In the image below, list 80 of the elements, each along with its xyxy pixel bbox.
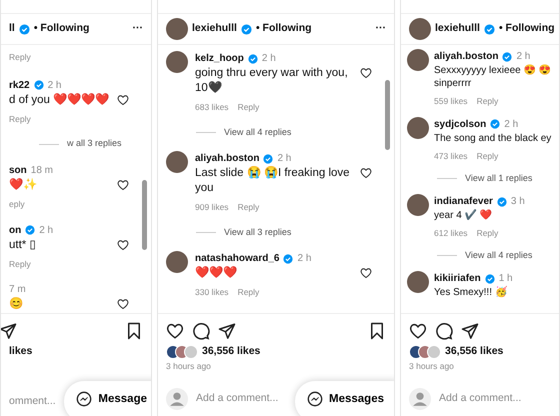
heart-icon[interactable] bbox=[117, 298, 129, 310]
follow-status[interactable]: • Following bbox=[256, 21, 312, 37]
scrollbar-thumb bbox=[142, 180, 147, 250]
view-replies-link[interactable]: View all 1 replies bbox=[465, 172, 532, 185]
comment-text: utt* ▯ bbox=[9, 238, 38, 253]
send-icon[interactable] bbox=[218, 322, 236, 340]
scrollbar-thumb bbox=[385, 80, 390, 150]
like-count[interactable]: likes bbox=[9, 344, 32, 360]
username[interactable]: aliyah.boston bbox=[434, 49, 498, 64]
comment-time: 2 h bbox=[48, 78, 62, 93]
comment-icon[interactable] bbox=[192, 322, 210, 340]
username[interactable]: rk22 bbox=[9, 78, 30, 93]
comment-time: 1 h bbox=[498, 272, 513, 286]
username[interactable]: sydjcolson bbox=[434, 116, 486, 132]
liker-avatars bbox=[166, 344, 198, 359]
comment-text: The song and the black ey bbox=[434, 132, 552, 145]
post-time: 3 hours ago bbox=[409, 360, 455, 372]
messages-button[interactable]: Messages bbox=[295, 380, 394, 416]
heart-icon[interactable] bbox=[360, 67, 372, 79]
username[interactable]: indianafever bbox=[434, 194, 493, 209]
liker-avatars bbox=[409, 344, 441, 359]
comment-time: 2 h bbox=[516, 50, 530, 64]
comment-text: Last slide 😭 😭I freaking love you bbox=[195, 166, 351, 196]
comment-time: 2 h bbox=[39, 224, 54, 238]
like-count[interactable]: 36,556 likes bbox=[202, 344, 260, 360]
heart-icon[interactable] bbox=[360, 267, 372, 280]
send-icon[interactable] bbox=[1, 322, 17, 340]
like-count: 559 likes bbox=[434, 95, 468, 108]
more-icon[interactable]: ··· bbox=[132, 21, 143, 37]
comment-text: year 4 ✔ ❤ bbox=[434, 209, 492, 222]
like-count: 473 likes bbox=[434, 150, 468, 162]
heart-icon[interactable] bbox=[166, 322, 184, 340]
comment-time: 18 m bbox=[30, 164, 54, 178]
follow-status[interactable]: • Following bbox=[498, 21, 555, 37]
comment-time: 2 h bbox=[297, 252, 312, 266]
username[interactable]: natashahoward_6 bbox=[195, 251, 280, 266]
send-icon[interactable] bbox=[461, 322, 479, 340]
comment-icon[interactable] bbox=[435, 322, 453, 340]
username[interactable]: son bbox=[9, 162, 27, 178]
view-replies-link[interactable]: View all 4 replies bbox=[224, 126, 292, 140]
heart-icon[interactable] bbox=[117, 178, 129, 191]
username[interactable]: kikiiriafen bbox=[434, 271, 481, 286]
view-replies-link[interactable]: w all 3 replies bbox=[67, 137, 122, 151]
follow-status[interactable]: • Following bbox=[34, 21, 90, 37]
comment-text: ❤❤❤ bbox=[195, 266, 238, 282]
bookmark-icon[interactable] bbox=[368, 322, 386, 340]
comment-text: ❤✨ bbox=[9, 178, 38, 193]
comment-text: d of you ❤❤❤❤ bbox=[9, 92, 110, 108]
more-icon[interactable]: ··· bbox=[376, 21, 386, 37]
post-time: 3 hours ago bbox=[166, 360, 212, 372]
view-replies-link[interactable]: View all 4 replies bbox=[465, 248, 532, 262]
like-count: 683 likes bbox=[195, 100, 229, 114]
heart-icon[interactable] bbox=[360, 167, 372, 180]
username[interactable]: kelz_hoop bbox=[195, 51, 244, 66]
heart-icon[interactable] bbox=[117, 94, 129, 106]
username[interactable]: ll bbox=[9, 21, 15, 37]
comment-time: 3 h bbox=[510, 195, 525, 209]
comment-time: 2 h bbox=[262, 52, 276, 66]
view-replies-link[interactable]: View all 3 replies bbox=[224, 226, 292, 240]
username[interactable]: on bbox=[9, 222, 22, 238]
like-count[interactable]: 36,556 likes bbox=[445, 344, 504, 360]
comment-time: 2 h bbox=[504, 118, 518, 132]
username[interactable]: lexiehulll bbox=[192, 21, 237, 37]
like-count: 612 likes bbox=[434, 227, 468, 240]
username[interactable]: lexiehulll bbox=[435, 21, 480, 37]
heart-icon[interactable] bbox=[117, 238, 129, 251]
username[interactable]: aliyah.boston bbox=[195, 151, 260, 166]
like-count: 330 likes bbox=[195, 286, 229, 299]
heart-icon[interactable] bbox=[409, 322, 427, 340]
comment-text: 😊 bbox=[9, 297, 24, 312]
messenger-icon bbox=[76, 391, 92, 408]
comment-text: Yes Smexy!!! 🥳 bbox=[434, 286, 508, 300]
comment-text: Sexxxyyyyy lexieee 😍 😍 sinperrrr bbox=[434, 64, 552, 90]
like-count: 909 likes bbox=[195, 201, 229, 214]
comment-time: 7 m bbox=[9, 283, 26, 297]
messages-button[interactable]: Message bbox=[64, 380, 151, 416]
comment-time: 2 h bbox=[277, 152, 292, 166]
bookmark-icon[interactable] bbox=[125, 322, 143, 340]
messenger-icon bbox=[307, 391, 324, 408]
comment-text: going thru every war with you, 10🖤 bbox=[195, 66, 349, 96]
